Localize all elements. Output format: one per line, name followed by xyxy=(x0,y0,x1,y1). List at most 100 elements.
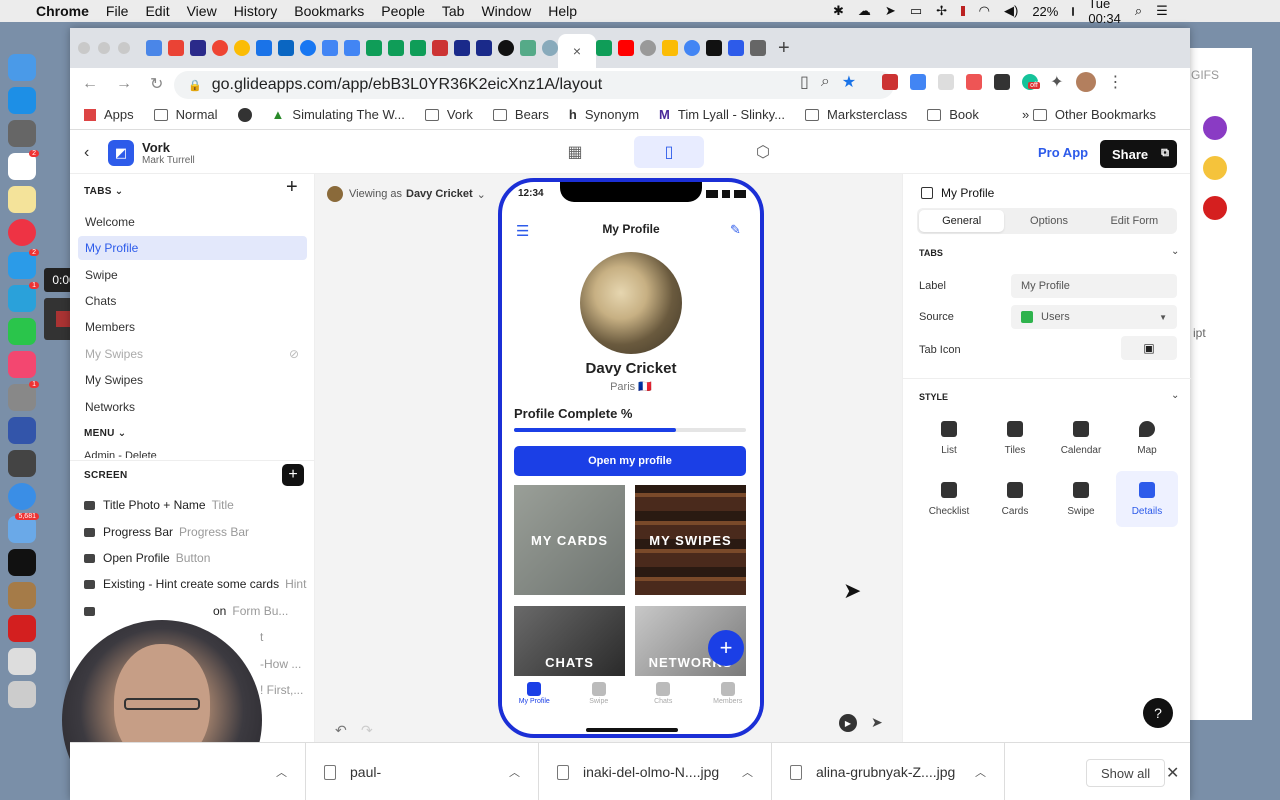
source-select[interactable]: Users ▼ xyxy=(1011,305,1177,329)
tab-icon-picker[interactable]: ▣ xyxy=(1121,336,1177,360)
component-partial-3[interactable]: ! First,... xyxy=(254,683,303,697)
audio-icon[interactable] xyxy=(8,417,36,444)
phone-tab-members[interactable]: Members xyxy=(703,682,753,722)
tab-members[interactable]: Members xyxy=(78,315,307,339)
tab-gmail-icon[interactable] xyxy=(168,40,184,56)
share-button[interactable]: Share ⧉ xyxy=(1100,140,1177,168)
style-map[interactable]: Map xyxy=(1116,410,1178,466)
style-tiles[interactable]: Tiles xyxy=(984,410,1046,466)
tab-c-icon[interactable] xyxy=(256,40,272,56)
open-profile-button[interactable]: Open my profile xyxy=(514,446,746,476)
emoji-devil-icon[interactable] xyxy=(1203,116,1227,140)
emoji-apple-icon[interactable] xyxy=(1203,196,1227,220)
zoom-icon[interactable]: ⌕ xyxy=(821,73,830,91)
viewing-as-selector[interactable]: Viewing as Davy Cricket ⌄ xyxy=(327,186,486,202)
tab-wifi-icon-2[interactable] xyxy=(476,40,492,56)
forward-arrow-icon[interactable]: → xyxy=(116,75,132,93)
back-chevron-icon[interactable]: ‹ xyxy=(84,144,89,162)
add-tab-button[interactable]: + xyxy=(286,176,298,199)
close-downloads-icon[interactable]: ✕ xyxy=(1166,763,1179,783)
wifi-icon[interactable]: ◠ xyxy=(979,3,990,19)
collapse-style-icon[interactable]: ⌄ xyxy=(1171,390,1179,401)
component-title-photo[interactable]: Title Photo + Name Title xyxy=(84,498,234,512)
tab-g-icon[interactable] xyxy=(498,40,514,56)
bookmark-normal[interactable]: Normal xyxy=(153,107,218,122)
bookmark-globe[interactable] xyxy=(237,107,252,122)
app-store-icon[interactable] xyxy=(8,87,36,114)
messages-icon[interactable]: 2 xyxy=(8,249,39,279)
segment-general[interactable]: General xyxy=(919,210,1005,232)
scrivener-icon[interactable] xyxy=(8,450,36,477)
tab-wifi-icon[interactable] xyxy=(454,40,470,56)
phone-tab-swipe[interactable]: Swipe xyxy=(574,682,624,722)
download-item-alina[interactable]: alina-grubnyak-Z....jpg ︿ xyxy=(772,743,1005,800)
component-hint[interactable]: Existing - Hint create some cards Hint xyxy=(84,577,306,591)
style-list[interactable]: List xyxy=(918,410,980,466)
menu-chrome[interactable]: Chrome xyxy=(36,3,89,19)
component-progress-bar[interactable]: Progress Bar Progress Bar xyxy=(84,525,249,539)
menu-item-partial[interactable]: Admin - Delete xyxy=(84,450,157,458)
bluetooth-icon[interactable]: ✢ xyxy=(936,3,947,19)
clipboard-icon[interactable]: ▯ xyxy=(800,72,809,92)
menu-file[interactable]: File xyxy=(106,3,129,19)
style-calendar[interactable]: Calendar xyxy=(1050,410,1112,466)
component-form-button[interactable]: on Form Bu... xyxy=(84,604,288,618)
menu-section-header[interactable]: MENU ⌄ xyxy=(84,428,126,439)
trash-icon[interactable] xyxy=(8,681,36,708)
tab-linkedin-icon[interactable] xyxy=(278,40,294,56)
zoom-window-button[interactable] xyxy=(118,42,130,54)
menu-bookmarks[interactable]: Bookmarks xyxy=(294,3,364,19)
tile-my-cards[interactable]: MY CARDS xyxy=(514,485,625,595)
pointer-tool-icon[interactable]: ➤ xyxy=(871,714,883,731)
bookmark-other[interactable]: Other Bookmarks xyxy=(1032,107,1156,122)
tab-shield-icon[interactable] xyxy=(432,40,448,56)
cloud-icon[interactable]: ☁ xyxy=(858,3,871,19)
back-arrow-icon[interactable]: ← xyxy=(82,75,98,93)
tab-my-swipes[interactable]: My Swipes xyxy=(78,368,307,392)
chevron-up-icon[interactable]: ︿ xyxy=(276,764,287,780)
tab-youtube-icon[interactable] xyxy=(618,40,634,56)
preview-icon[interactable] xyxy=(8,648,36,675)
safari-icon[interactable] xyxy=(8,483,36,510)
send-icon[interactable]: ➤ xyxy=(885,3,896,19)
music-icon[interactable] xyxy=(8,351,36,378)
menu-window[interactable]: Window xyxy=(481,3,531,19)
tab-my-profile[interactable]: My Profile xyxy=(78,236,307,260)
notes-icon[interactable] xyxy=(8,186,36,213)
airplay-icon[interactable]: ▭ xyxy=(910,3,922,19)
menu-tab[interactable]: Tab xyxy=(442,3,465,19)
acrobat-icon[interactable] xyxy=(8,615,36,642)
component-partial-1[interactable]: t xyxy=(254,630,263,644)
flag-icon[interactable] xyxy=(961,6,965,16)
style-cards[interactable]: Cards xyxy=(984,471,1046,527)
minimize-window-button[interactable] xyxy=(98,42,110,54)
calendar-icon[interactable]: 2 xyxy=(8,150,39,180)
bookmark-vork[interactable]: Vork xyxy=(424,107,473,122)
play-preview-button[interactable]: ▶ xyxy=(839,714,857,732)
search-icon[interactable]: ⌕ xyxy=(1135,3,1142,19)
hidden-eye-icon[interactable]: ⊘ xyxy=(289,347,299,361)
style-swipe[interactable]: Swipe xyxy=(1050,471,1112,527)
collapse-tabs-icon[interactable]: ⌄ xyxy=(1171,246,1179,257)
bookmark-tim-lyall[interactable]: M Tim Lyall - Slinky... xyxy=(659,107,785,122)
tabs-section-header[interactable]: TABS ⌄ xyxy=(84,186,123,197)
ext-grammarly-icon[interactable]: off xyxy=(1022,74,1040,90)
tab-drive-icon[interactable] xyxy=(662,40,678,56)
tab-sheets-icon-2[interactable] xyxy=(388,40,404,56)
address-bar[interactable]: 🔒 go.glideapps.com/app/ebB3L0YR36K2eicXn… xyxy=(174,71,894,99)
tab-docs-icon[interactable] xyxy=(344,40,360,56)
lock-icon[interactable]: 🔒 xyxy=(188,79,202,92)
bookmark-marksterclass[interactable]: Marksterclass xyxy=(805,107,907,122)
battery-icon[interactable] xyxy=(1072,6,1075,16)
chrome-icon[interactable] xyxy=(8,219,36,246)
clock[interactable]: Tue 00:34 xyxy=(1088,0,1121,26)
extensions-puzzle-icon[interactable]: ✦ xyxy=(1050,72,1063,92)
download-item-paul[interactable]: paul- ︿ xyxy=(306,743,539,800)
tile-my-swipes[interactable]: MY SWIPES xyxy=(635,485,746,595)
bookmark-apps[interactable]: Apps xyxy=(84,107,134,122)
phone-tab-chats[interactable]: Chats xyxy=(638,682,688,722)
tab-sheets-icon-3[interactable] xyxy=(410,40,426,56)
url-text[interactable]: go.glideapps.com/app/ebB3L0YR36K2eicXnz1… xyxy=(212,76,603,94)
mail-icon[interactable]: 5,681 xyxy=(8,513,39,543)
gear-icon[interactable]: ✱ xyxy=(833,3,844,19)
